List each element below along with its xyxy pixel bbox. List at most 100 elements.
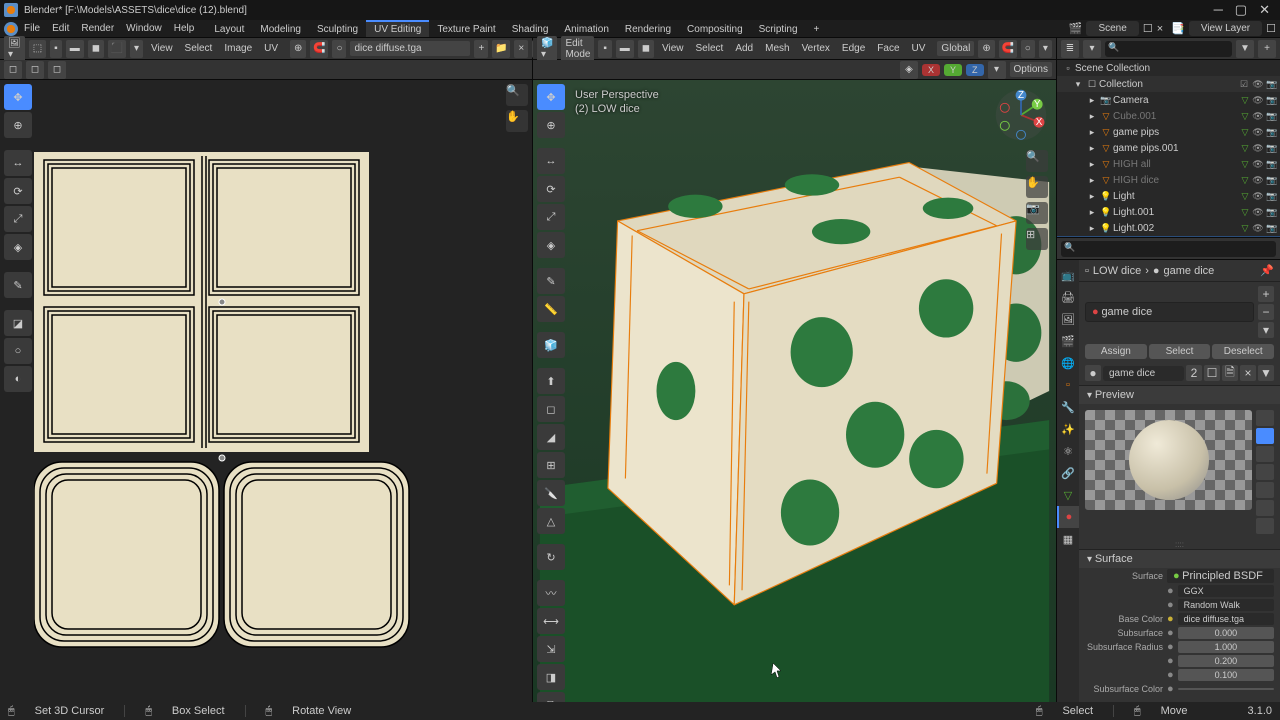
ws-uv-editing[interactable]: UV Editing (366, 20, 429, 37)
tree-scene-collection[interactable]: ▫Scene Collection (1057, 60, 1280, 76)
uv-selmode-island[interactable]: ⬛ (108, 40, 126, 58)
ws-texture-paint[interactable]: Texture Paint (429, 20, 503, 37)
menu-edit[interactable]: Edit (52, 23, 69, 34)
pin-icon[interactable]: 📌 (1260, 264, 1274, 277)
menu-file[interactable]: File (24, 23, 40, 34)
pv-hair[interactable] (1256, 464, 1274, 480)
vtool-rotate[interactable]: ⟳ (537, 176, 565, 202)
tab-world[interactable]: 🌐 (1057, 352, 1079, 374)
vp-menu-face[interactable]: Face (873, 43, 903, 54)
vp-propedit[interactable]: ○ (1021, 40, 1035, 58)
vp-menu-view[interactable]: View (658, 43, 688, 54)
uv-sync-toggle[interactable]: ⬚ (29, 40, 46, 58)
tree-item[interactable]: ▸▽HIGH all▽👁📷 (1057, 156, 1280, 172)
vp-gizmo-toggle[interactable]: ◈ (900, 61, 918, 79)
outliner-search[interactable]: 🔍 (1105, 41, 1232, 57)
vp-pan-icon[interactable]: ✋ (1026, 176, 1048, 198)
properties-search[interactable]: 🔍 (1061, 241, 1276, 257)
tab-data[interactable]: ▽ (1057, 484, 1079, 506)
editor-type-3d[interactable]: 🧊 ▾ (537, 36, 557, 62)
uv-selmode-face[interactable]: ◼ (88, 40, 104, 58)
menu-help[interactable]: Help (174, 23, 195, 34)
uv-menu-view[interactable]: View (147, 43, 177, 54)
uv-canvas[interactable]: ✥ ⊕ ↔ ⟳ ⤢ ◈ ✎ ◪ ○ ◐ 🔍 ✋ (0, 80, 532, 702)
tab-particle[interactable]: ✨ (1057, 418, 1079, 440)
vp-camera-icon[interactable]: 📷 (1026, 202, 1048, 224)
slot-add[interactable]: + (1258, 286, 1274, 302)
vtool-bevel[interactable]: ◢ (537, 424, 565, 450)
menu-render[interactable]: Render (81, 23, 114, 34)
tree-item[interactable]: ▸▽game pips.001▽👁📷 (1057, 140, 1280, 156)
mat-nodes[interactable]: ▼ (1258, 365, 1274, 381)
tool-rip[interactable]: ◪ (4, 310, 32, 336)
vp-overlay-toggle[interactable]: ▾ (988, 61, 1006, 79)
uv-overlay-2[interactable]: ◻ (26, 61, 44, 79)
slot-menu[interactable]: ▾ (1258, 322, 1274, 338)
vtool-smooth[interactable]: 〰 (537, 580, 565, 606)
image-new[interactable]: + (474, 40, 488, 58)
uv-selmode-edge[interactable]: ▬ (66, 40, 84, 58)
breadcrumb-object[interactable]: LOW dice (1093, 265, 1141, 277)
select-button[interactable]: Select (1149, 344, 1211, 359)
vtool-rip-region[interactable]: ⧉ (537, 692, 565, 702)
slot-remove[interactable]: − (1258, 304, 1274, 320)
tab-output[interactable]: 🖨 (1057, 286, 1079, 308)
mat-new[interactable]: ☐ (1204, 365, 1220, 381)
pv-flat[interactable] (1256, 410, 1274, 426)
image-open[interactable]: 📁 (492, 40, 510, 58)
outliner-tree[interactable]: ▫Scene Collection ▾☐Collection☑👁📷 ▸📷Came… (1057, 60, 1280, 237)
material-name-input[interactable]: game dice (1103, 366, 1184, 381)
tab-constraint[interactable]: 🔗 (1057, 462, 1079, 484)
breadcrumb-material[interactable]: game dice (1164, 265, 1215, 277)
tool-grab[interactable]: ○ (4, 338, 32, 364)
uv-snap[interactable]: 🧲 (310, 40, 328, 58)
assign-button[interactable]: Assign (1085, 344, 1147, 359)
tool-pinch[interactable]: ◐ (4, 366, 32, 392)
vtool-extrude[interactable]: ⬆ (537, 368, 565, 394)
vtool-spin[interactable]: ↻ (537, 544, 565, 570)
uv-pivot[interactable]: ⊕ (290, 40, 306, 58)
ws-rendering[interactable]: Rendering (617, 20, 679, 37)
pv-sphere[interactable] (1256, 428, 1274, 444)
vp-menu-mesh[interactable]: Mesh (761, 43, 793, 54)
mat-copy[interactable]: 🗎 (1222, 365, 1238, 381)
mode-selector[interactable]: Edit Mode (561, 36, 594, 62)
zoom-icon[interactable]: 🔍 (506, 84, 528, 106)
vp-menu-select[interactable]: Select (692, 43, 728, 54)
axis-z[interactable]: Z (966, 64, 984, 76)
tab-modifier[interactable]: 🔧 (1057, 396, 1079, 418)
selmode-vert[interactable]: ▪ (598, 40, 611, 58)
navigation-gizmo[interactable]: X Y Z (994, 88, 1048, 142)
tab-scene[interactable]: 🎬 (1057, 330, 1079, 352)
scene-pin-icon[interactable]: × (1157, 23, 1163, 35)
vtool-move[interactable]: ↔ (537, 148, 565, 174)
orientation-selector[interactable]: Global (937, 41, 974, 56)
outliner-display[interactable]: ▾ (1083, 40, 1101, 58)
tool-rotate[interactable]: ⟳ (4, 178, 32, 204)
vtool-loopcut[interactable]: ⊞ (537, 452, 565, 478)
deselect-button[interactable]: Deselect (1212, 344, 1274, 359)
vtool-cursor[interactable]: ⊕ (537, 112, 565, 138)
ws-sculpting[interactable]: Sculpting (309, 20, 366, 37)
vp-snap[interactable]: 🧲 (999, 40, 1017, 58)
mat-users[interactable]: 2 (1186, 365, 1202, 381)
scene-selector[interactable]: 🎬 Scene ☐ × (1069, 21, 1163, 36)
vtool-select[interactable]: ✥ (537, 84, 565, 110)
vp-pivot[interactable]: ⊕ (978, 40, 994, 58)
uv-menu-image[interactable]: Image (220, 43, 256, 54)
vtool-addcube[interactable]: 🧊 (537, 332, 565, 358)
minimize-button[interactable]: ─ (1214, 2, 1223, 18)
viewlayer-name[interactable]: View Layer (1189, 21, 1262, 36)
tab-render[interactable]: 📺 (1057, 264, 1079, 286)
tree-item[interactable]: ▸▽Cube.001▽👁📷 (1057, 108, 1280, 124)
pv-cloth[interactable] (1256, 500, 1274, 516)
vp-options[interactable]: Options (1010, 62, 1052, 77)
tree-item[interactable]: ▸📷Camera▽👁📷 (1057, 92, 1280, 108)
vtool-scale[interactable]: ⤢ (537, 204, 565, 230)
ws-scripting[interactable]: Scripting (751, 20, 806, 37)
outliner-filter[interactable]: ▼ (1236, 40, 1254, 58)
tree-item[interactable]: ▸💡Light.002▽👁📷 (1057, 220, 1280, 236)
tab-texture[interactable]: ▦ (1057, 528, 1079, 550)
scene-new-icon[interactable]: ☐ (1143, 22, 1153, 35)
vp-shading-dropdown[interactable]: ▾ (1039, 40, 1052, 58)
